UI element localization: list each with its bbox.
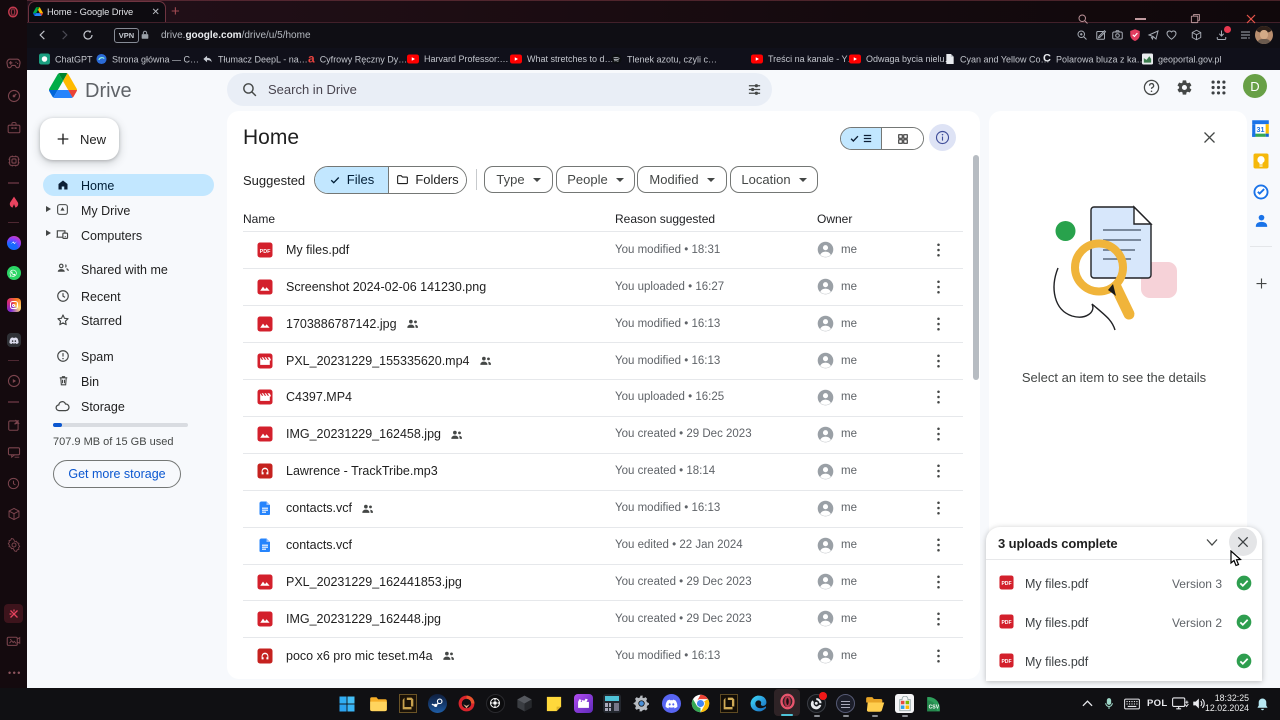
svg-text:PDF: PDF: [1001, 581, 1011, 587]
svg-text:PDF: PDF: [1001, 659, 1011, 665]
svg-text:PDF: PDF: [1001, 620, 1011, 626]
svg-text:CSV: CSV: [929, 704, 940, 710]
svg-text:PDF: PDF: [260, 249, 271, 255]
svg-text:31: 31: [1257, 126, 1265, 134]
